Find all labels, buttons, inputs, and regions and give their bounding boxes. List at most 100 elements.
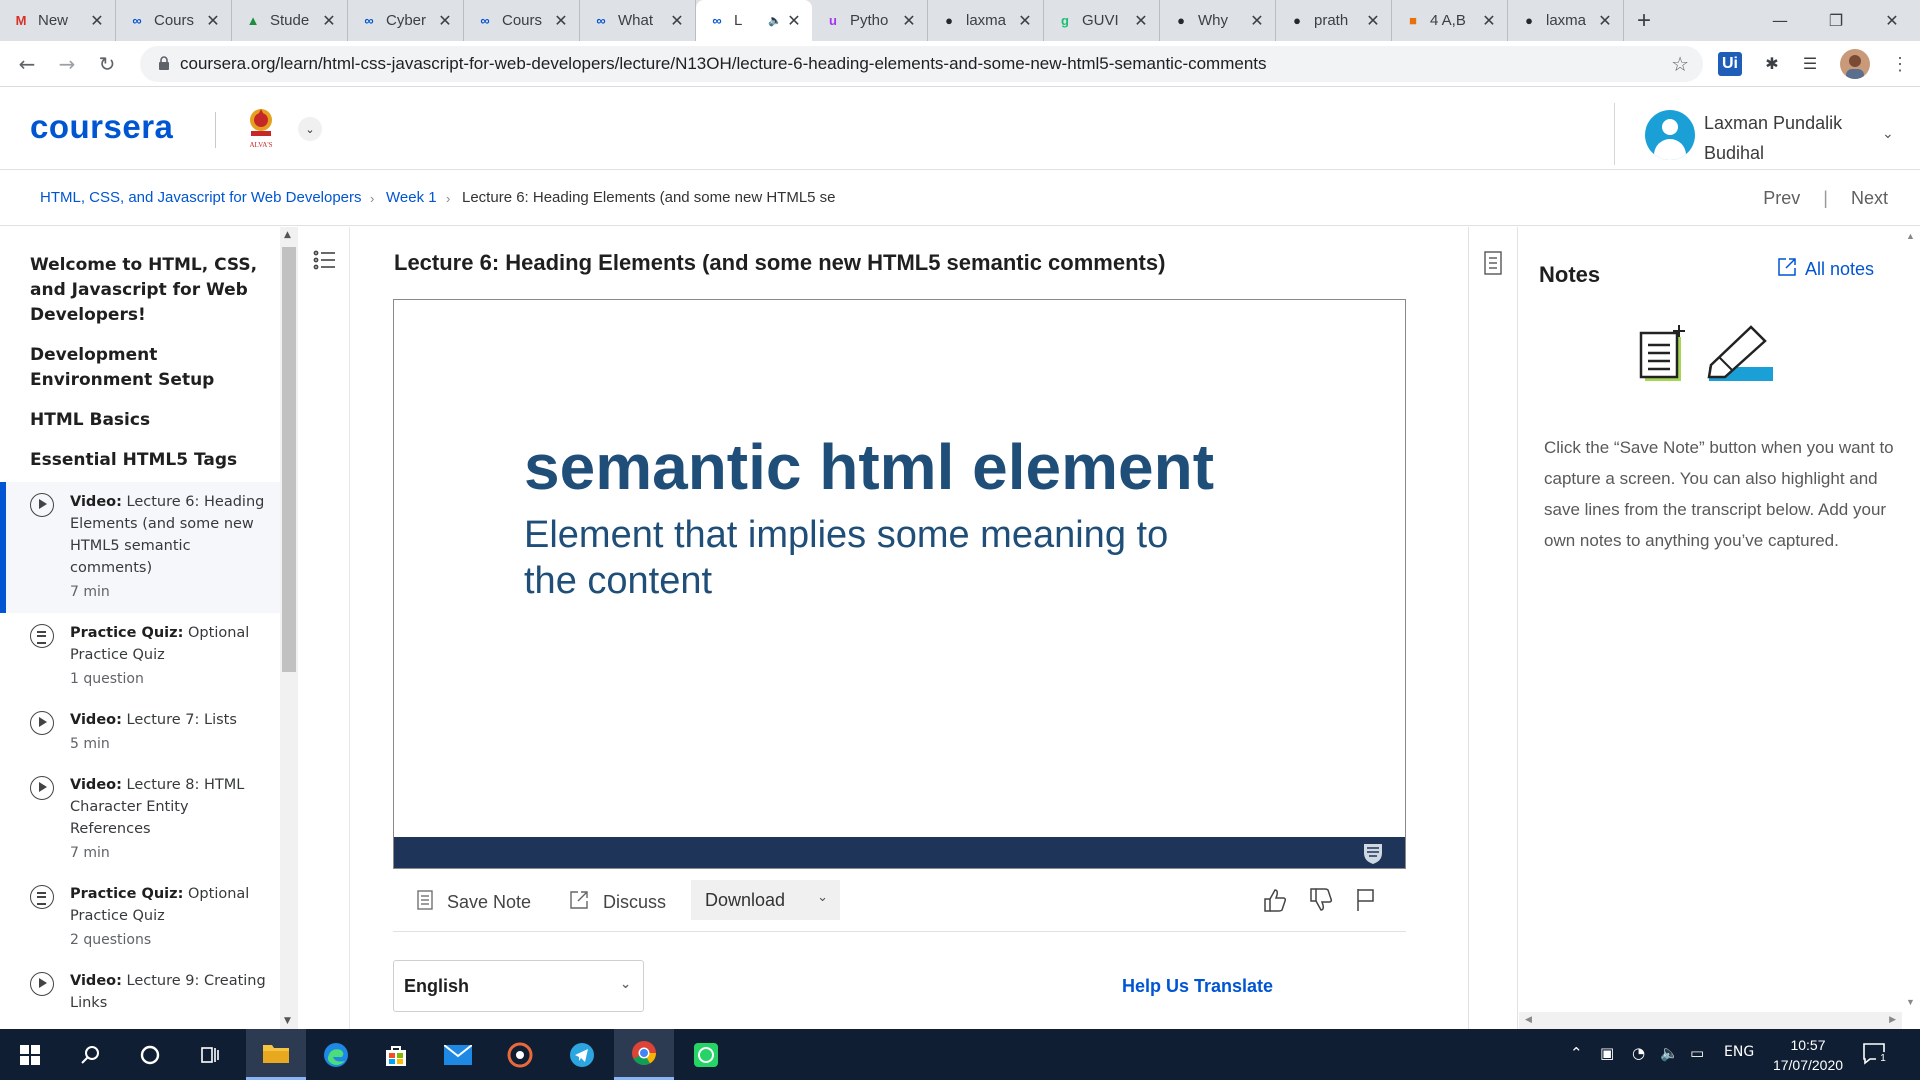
tab-close-icon[interactable]: ✕ <box>786 11 802 30</box>
tab-close-icon[interactable]: ✕ <box>321 11 337 30</box>
chrome-icon[interactable] <box>614 1029 674 1080</box>
show-hidden-icons-chevron[interactable]: ⌃ <box>1570 1044 1583 1062</box>
video-player[interactable]: semantic html element Element that impli… <box>393 299 1406 869</box>
tab-close-icon[interactable]: ✕ <box>1481 11 1497 30</box>
browser-tab[interactable]: ∞ What ✕ <box>580 0 696 41</box>
search-icon[interactable] <box>60 1029 120 1080</box>
sidebar-item[interactable]: Practice Quiz: Optional Practice Quiz 1 q… <box>0 613 280 700</box>
breadcrumb-course-link[interactable]: HTML, CSS, and Javascript for Web Develo… <box>40 189 362 206</box>
section-heading[interactable]: Essential HTML5 Tags <box>0 448 280 473</box>
notes-scrollbar[interactable]: ▲ ▼ <box>1902 227 1920 1029</box>
section-heading[interactable]: HTML Basics <box>0 408 280 433</box>
task-view-icon[interactable] <box>180 1029 240 1080</box>
thumbs-down-icon[interactable] <box>1307 886 1337 916</box>
browser-tab[interactable]: ● Why ✕ <box>1160 0 1276 41</box>
browser-tab[interactable]: ● prath ✕ <box>1276 0 1392 41</box>
notes-icon[interactable] <box>1483 251 1503 275</box>
browser-tab[interactable]: ∞ Cyber ✕ <box>348 0 464 41</box>
section-heading[interactable]: Welcome to HTML, CSS, and Javascript for… <box>0 253 280 328</box>
whatsapp-icon[interactable] <box>676 1029 736 1080</box>
institution-dropdown-caret[interactable]: ⌄ <box>298 117 322 141</box>
tab-close-icon[interactable]: ✕ <box>1249 11 1265 30</box>
edge-icon[interactable] <box>306 1029 366 1080</box>
new-tab-button[interactable]: + <box>1624 0 1664 41</box>
media-control-icon[interactable]: ☰ <box>1796 50 1824 78</box>
browser-tab[interactable]: g GUVI ✕ <box>1044 0 1160 41</box>
prev-link[interactable]: Prev <box>1763 188 1800 208</box>
sidebar-item[interactable]: Video: Lecture 8: HTML Character Entity … <box>0 765 280 874</box>
browser-tab[interactable]: ▲ Stude ✕ <box>232 0 348 41</box>
wifi-icon[interactable]: ◔ <box>1632 1044 1645 1062</box>
maximize-button[interactable]: ❐ <box>1808 0 1864 41</box>
list-outline-icon[interactable] <box>312 247 338 273</box>
uipath-extension-icon[interactable]: Ui <box>1718 52 1742 76</box>
sidebar-item[interactable]: Video: Lecture 6: Heading Elements (and … <box>0 482 280 613</box>
tab-audio-icon[interactable]: 🔈 <box>768 14 782 27</box>
profile-avatar[interactable] <box>1840 49 1870 79</box>
browser-tab[interactable]: ■ 4 A,B ✕ <box>1392 0 1508 41</box>
browser-menu-icon[interactable]: ⋮ <box>1886 50 1914 78</box>
browser-tab[interactable]: ● laxma ✕ <box>1508 0 1624 41</box>
cortana-icon[interactable] <box>120 1029 180 1080</box>
all-notes-link[interactable]: All notes <box>1777 257 1874 282</box>
mail-icon[interactable] <box>428 1029 488 1080</box>
input-language[interactable]: ENG <box>1724 1044 1754 1060</box>
extensions-puzzle-icon[interactable]: ✱ <box>1758 50 1786 78</box>
coursera-logo[interactable]: coursera <box>30 108 173 146</box>
tab-close-icon[interactable]: ✕ <box>205 11 221 30</box>
start-icon[interactable] <box>0 1029 60 1080</box>
browser-tab[interactable]: ∞ Cours ✕ <box>116 0 232 41</box>
notes-horizontal-scrollbar[interactable]: ◀ ▶ <box>1519 1012 1902 1029</box>
file-explorer-icon[interactable] <box>246 1029 306 1080</box>
tab-close-icon[interactable]: ✕ <box>669 11 685 30</box>
tab-close-icon[interactable]: ✕ <box>553 11 569 30</box>
user-menu-chevron-icon[interactable]: ⌄ <box>1882 126 1894 142</box>
download-dropdown[interactable]: Download ⌄ <box>691 880 840 920</box>
flag-icon[interactable] <box>1353 886 1383 916</box>
sidebar-scrollbar[interactable]: ▲ ▼ <box>280 227 298 1029</box>
back-button[interactable]: ← <box>12 49 42 79</box>
thumbs-up-icon[interactable] <box>1261 886 1291 916</box>
tab-close-icon[interactable]: ✕ <box>1017 11 1033 30</box>
tab-close-icon[interactable]: ✕ <box>1133 11 1149 30</box>
discuss-button[interactable]: Discuss <box>569 884 666 920</box>
browser-tab[interactable]: ∞ Cours ✕ <box>464 0 580 41</box>
next-link[interactable]: Next <box>1851 188 1888 208</box>
browser-tab[interactable]: ∞ L 🔈 ✕ <box>696 0 812 41</box>
bookmark-star-icon[interactable]: ☆ <box>1671 52 1689 76</box>
volume-icon[interactable]: 🔈 <box>1660 1044 1679 1062</box>
meet-now-icon[interactable]: ▣ <box>1600 1044 1614 1062</box>
user-name[interactable]: Laxman Pundalik Budihal <box>1704 108 1884 168</box>
reload-button[interactable]: ↻ <box>92 49 122 79</box>
tab-close-icon[interactable]: ✕ <box>901 11 917 30</box>
browser-tab[interactable]: M New ✕ <box>0 0 116 41</box>
save-note-button[interactable]: Save Note <box>417 884 531 920</box>
tab-close-icon[interactable]: ✕ <box>89 11 105 30</box>
institution-logo[interactable]: ALVA'S <box>243 106 279 150</box>
media-player-icon[interactable] <box>490 1029 550 1080</box>
user-avatar-icon[interactable] <box>1645 110 1695 160</box>
tab-close-icon[interactable]: ✕ <box>1597 11 1613 30</box>
address-bar[interactable]: coursera.org/learn/html-css-javascript-f… <box>140 46 1703 82</box>
telegram-icon[interactable] <box>552 1029 612 1080</box>
notification-center-icon[interactable]: 1 <box>1862 1042 1890 1066</box>
help-translate-link[interactable]: Help Us Translate <box>1122 976 1273 997</box>
battery-icon[interactable]: ▭ <box>1690 1044 1704 1062</box>
forward-button[interactable]: → <box>52 49 82 79</box>
breadcrumb-separator: › <box>370 191 375 206</box>
breadcrumb-week-link[interactable]: Week 1 <box>386 189 437 206</box>
sidebar-item[interactable]: Video: Lecture 9: Creating Links <box>0 961 280 1024</box>
browser-tab[interactable]: ● laxma ✕ <box>928 0 1044 41</box>
sidebar-scroll-thumb[interactable] <box>282 247 296 672</box>
minimize-button[interactable]: — <box>1752 0 1808 41</box>
system-clock[interactable]: 10:57 17/07/2020 <box>1766 1035 1850 1075</box>
language-select[interactable]: English ⌄ <box>393 960 644 1012</box>
browser-tab[interactable]: u Pytho ✕ <box>812 0 928 41</box>
sidebar-item[interactable]: Video: Lecture 7: Lists 5 min <box>0 700 280 765</box>
close-window-button[interactable]: ✕ <box>1864 0 1920 41</box>
section-heading[interactable]: Development Environment Setup <box>0 343 280 393</box>
sidebar-item[interactable]: Practice Quiz: Optional Practice Quiz 2 q… <box>0 874 280 961</box>
tab-close-icon[interactable]: ✕ <box>1365 11 1381 30</box>
store-icon[interactable] <box>366 1029 426 1080</box>
tab-close-icon[interactable]: ✕ <box>437 11 453 30</box>
